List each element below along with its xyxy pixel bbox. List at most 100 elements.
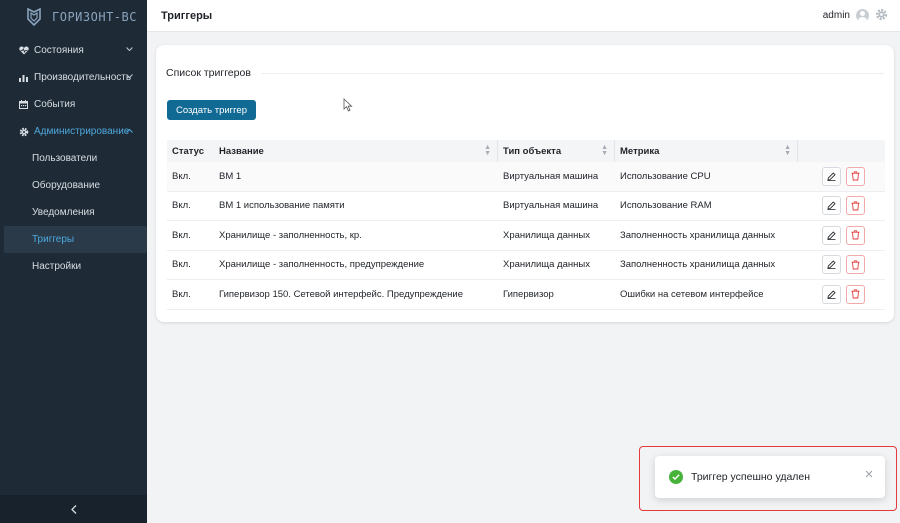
- trash-icon: [851, 289, 860, 299]
- trash-icon: [851, 230, 860, 240]
- avatar-icon[interactable]: [856, 9, 869, 22]
- calendar-icon: [18, 99, 29, 110]
- delete-button[interactable]: [846, 196, 865, 216]
- chevron-up-icon: [126, 126, 133, 135]
- sidebar-subitem-triggers[interactable]: Триггеры: [4, 226, 147, 253]
- trash-icon: [851, 260, 860, 270]
- sidebar-nav: Состояния Производительность События Адм…: [0, 37, 147, 280]
- sidebar-item-performance[interactable]: Производительность: [0, 64, 147, 91]
- pencil-icon: [827, 260, 836, 270]
- sidebar-item-label: События: [34, 99, 76, 110]
- row-actions: [798, 166, 885, 186]
- cell-name: Хранилище - заполненность, предупреждени…: [219, 259, 425, 271]
- settings-gear-icon[interactable]: [875, 8, 888, 23]
- sidebar-subitem-users[interactable]: Пользователи: [0, 145, 147, 172]
- cell-object-type: Хранилища данных: [503, 259, 590, 271]
- cell-object-type: Хранилища данных: [503, 229, 590, 241]
- cell-object-type: Гипервизор: [503, 288, 554, 300]
- column-header-name[interactable]: Название ▲ ▼: [214, 140, 498, 162]
- brand-logo[interactable]: ГОРИЗОНТ-ВС: [0, 0, 147, 34]
- cell-status: Вкл.: [172, 200, 191, 212]
- close-icon[interactable]: [865, 469, 873, 481]
- user-name[interactable]: admin: [823, 10, 850, 21]
- create-trigger-button[interactable]: Создать триггер: [167, 100, 256, 120]
- sort-icon[interactable]: ▲ ▼: [484, 144, 491, 157]
- sidebar-item-states[interactable]: Состояния: [0, 37, 147, 64]
- column-header-actions: [798, 140, 885, 162]
- edit-button[interactable]: [822, 284, 841, 304]
- brand-name: ГОРИЗОНТ-ВС: [52, 10, 137, 24]
- trash-icon: [851, 201, 860, 211]
- table-row[interactable]: Вкл. Хранилище - заполненность, предупре…: [167, 251, 885, 280]
- edit-button[interactable]: [822, 196, 841, 216]
- sort-icon[interactable]: ▲ ▼: [601, 144, 608, 157]
- trash-icon: [851, 171, 860, 181]
- page-title: Триггеры: [161, 9, 213, 22]
- triggers-table: Статус Название ▲ ▼ Тип объекта ▲ ▼ Метрик…: [167, 140, 885, 310]
- sidebar-subitem-settings[interactable]: Настройки: [0, 253, 147, 280]
- sidebar-subitem-equipment[interactable]: Оборудование: [0, 172, 147, 199]
- header-user-area: admin: [823, 8, 888, 23]
- sidebar-item-label: Состояния: [34, 45, 84, 56]
- top-header: Триггеры admin: [147, 0, 900, 32]
- sidebar-item-administration[interactable]: Администрирование: [0, 118, 147, 145]
- heart-pulse-icon: [18, 45, 29, 56]
- gear-icon: [18, 126, 29, 137]
- mouse-cursor-icon: [343, 98, 353, 112]
- cell-name: Гипервизор 150. Сетевой интерфейс. Преду…: [219, 288, 463, 300]
- pencil-icon: [827, 201, 836, 211]
- card-header: Список триггеров: [166, 67, 884, 79]
- title-divider: [260, 72, 884, 74]
- chevron-down-icon: [126, 72, 133, 81]
- cell-object-type: Виртуальная машина: [503, 170, 599, 182]
- cell-name: ВМ 1 использование памяти: [219, 200, 345, 212]
- pencil-icon: [827, 231, 836, 240]
- pencil-icon: [827, 172, 836, 181]
- cell-status: Вкл.: [172, 170, 191, 182]
- cell-object-type: Виртуальная машина: [503, 200, 599, 212]
- row-actions: [798, 284, 885, 304]
- delete-button[interactable]: [846, 166, 865, 186]
- row-actions: [798, 196, 885, 216]
- sort-icon[interactable]: ▲ ▼: [784, 144, 791, 157]
- card-title: Список триггеров: [166, 67, 251, 79]
- table-header: Статус Название ▲ ▼ Тип объекта ▲ ▼ Метрик…: [167, 140, 885, 162]
- cell-metric: Заполненность хранилища данных: [620, 229, 776, 241]
- cell-metric: Ошибки на сетевом интерфейсе: [620, 288, 764, 300]
- row-actions: [798, 255, 885, 275]
- chevron-down-icon: [126, 45, 133, 54]
- chevron-left-icon: [70, 504, 76, 514]
- edit-button[interactable]: [822, 166, 841, 186]
- cell-metric: Использование RAM: [620, 200, 712, 212]
- column-header-object-type[interactable]: Тип объекта ▲ ▼: [498, 140, 615, 162]
- table-row[interactable]: Вкл. ВМ 1 использование памяти Виртуальн…: [167, 192, 885, 221]
- triggers-card: Список триггеров Создать триггер Статус …: [156, 45, 894, 322]
- sidebar-subitem-notifications[interactable]: Уведомления: [0, 199, 147, 226]
- shield-logo-icon: [27, 8, 41, 26]
- sidebar-item-events[interactable]: События: [0, 91, 147, 118]
- cell-name: Хранилище - заполненность, кр.: [219, 229, 362, 241]
- table-row[interactable]: Вкл. Хранилище - заполненность, кр. Хран…: [167, 221, 885, 251]
- sidebar-item-label: Производительность: [34, 72, 132, 83]
- cell-status: Вкл.: [172, 288, 191, 300]
- cell-status: Вкл.: [172, 229, 191, 241]
- cell-metric: Использование CPU: [620, 170, 711, 182]
- edit-button[interactable]: [822, 255, 841, 275]
- row-actions: [798, 225, 885, 245]
- delete-button[interactable]: [846, 284, 865, 304]
- success-toast: Триггер успешно удален: [655, 456, 885, 498]
- sidebar: ГОРИЗОНТ-ВС Состояния Производительность: [0, 0, 147, 523]
- column-header-metric[interactable]: Метрика ▲ ▼: [615, 140, 798, 162]
- edit-button[interactable]: [822, 225, 841, 245]
- pencil-icon: [827, 290, 836, 299]
- delete-button[interactable]: [846, 225, 865, 245]
- success-check-icon: [669, 470, 683, 484]
- cell-status: Вкл.: [172, 259, 191, 271]
- sidebar-collapse-button[interactable]: [0, 495, 147, 523]
- sidebar-item-label: Администрирование: [34, 126, 130, 137]
- column-header-status: Статус: [172, 145, 205, 157]
- table-row[interactable]: Вкл. Гипервизор 150. Сетевой интерфейс. …: [167, 280, 885, 310]
- bar-chart-icon: [18, 72, 29, 83]
- delete-button[interactable]: [846, 255, 865, 275]
- table-row[interactable]: Вкл. ВМ 1 Виртуальная машина Использован…: [167, 162, 885, 192]
